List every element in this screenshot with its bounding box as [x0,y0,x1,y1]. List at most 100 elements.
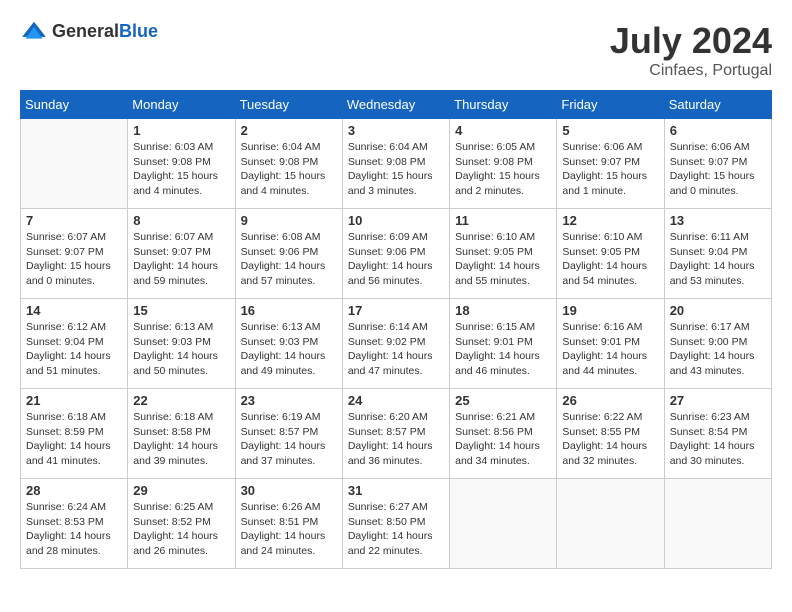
day-number: 23 [241,393,337,408]
day-info: Sunrise: 6:21 AMSunset: 8:56 PMDaylight:… [455,410,551,469]
day-info: Sunrise: 6:19 AMSunset: 8:57 PMDaylight:… [241,410,337,469]
day-number: 26 [562,393,658,408]
calendar-table: SundayMondayTuesdayWednesdayThursdayFrid… [20,90,772,569]
day-info: Sunrise: 6:11 AMSunset: 9:04 PMDaylight:… [670,230,766,289]
day-info: Sunrise: 6:13 AMSunset: 9:03 PMDaylight:… [133,320,229,379]
calendar-cell: 3Sunrise: 6:04 AMSunset: 9:08 PMDaylight… [342,119,449,209]
day-number: 20 [670,303,766,318]
logo-blue: Blue [119,21,158,41]
day-info: Sunrise: 6:04 AMSunset: 9:08 PMDaylight:… [241,140,337,199]
calendar-cell: 28 Sunrise: 6:24 AMSunset: 8:53 PMDayligh… [21,479,128,569]
day-number: 1 [133,123,229,138]
day-number: 30 [241,483,337,498]
calendar-cell [557,479,664,569]
calendar-cell: 8 Sunrise: 6:07 AMSunset: 9:07 PMDaylight… [128,209,235,299]
week-row-4: 21 Sunrise: 6:18 AMSunset: 8:59 PMDayligh… [21,389,772,479]
weekday-header-saturday: Saturday [664,91,771,119]
calendar-cell: 29Sunrise: 6:25 AMSunset: 8:52 PMDayligh… [128,479,235,569]
location-title: Cinfaes, Portugal [610,62,772,80]
calendar-body: 1Sunrise: 6:03 AMSunset: 9:08 PMDaylight… [21,119,772,569]
weekday-header-sunday: Sunday [21,91,128,119]
day-number: 10 [348,213,444,228]
day-info: Sunrise: 6:04 AMSunset: 9:08 PMDaylight:… [348,140,444,199]
logo-text: GeneralBlue [52,21,158,42]
calendar-cell: 21 Sunrise: 6:18 AMSunset: 8:59 PMDayligh… [21,389,128,479]
day-info: Sunrise: 6:24 AMSunset: 8:53 PMDaylight:… [26,500,122,559]
day-info: Sunrise: 6:22 AMSunset: 8:55 PMDaylight:… [562,410,658,469]
day-info: Sunrise: 6:18 AMSunset: 8:58 PMDaylight:… [133,410,229,469]
day-number: 16 [241,303,337,318]
day-number: 6 [670,123,766,138]
day-info: Sunrise: 6:06 AMSunset: 9:07 PMDaylight:… [670,140,766,199]
day-info: Sunrise: 6:07 AMSunset: 9:07 PMDaylight:… [133,230,229,289]
day-info: Sunrise: 6:20 AMSunset: 8:57 PMDaylight:… [348,410,444,469]
calendar-cell: 13Sunrise: 6:11 AMSunset: 9:04 PMDayligh… [664,209,771,299]
weekday-header-wednesday: Wednesday [342,91,449,119]
calendar-cell: 18 Sunrise: 6:15 AMSunset: 9:01 PMDayligh… [450,299,557,389]
logo: GeneralBlue [20,20,158,42]
day-info: Sunrise: 6:06 AMSunset: 9:07 PMDaylight:… [562,140,658,199]
calendar-cell: 14 Sunrise: 6:12 AMSunset: 9:04 PMDayligh… [21,299,128,389]
calendar-cell: 2 Sunrise: 6:04 AMSunset: 9:08 PMDaylight… [235,119,342,209]
calendar-cell: 11Sunrise: 6:10 AMSunset: 9:05 PMDayligh… [450,209,557,299]
weekday-header-monday: Monday [128,91,235,119]
day-number: 4 [455,123,551,138]
day-number: 9 [241,213,337,228]
day-number: 18 [455,303,551,318]
calendar-cell: 10 Sunrise: 6:09 AMSunset: 9:06 PMDayligh… [342,209,449,299]
calendar-cell: 17 Sunrise: 6:14 AMSunset: 9:02 PMDayligh… [342,299,449,389]
day-info: Sunrise: 6:14 AMSunset: 9:02 PMDaylight:… [348,320,444,379]
title-block: July 2024 Cinfaes, Portugal [610,20,772,80]
calendar-cell [21,119,128,209]
calendar-cell: 30 Sunrise: 6:26 AMSunset: 8:51 PMDayligh… [235,479,342,569]
day-number: 5 [562,123,658,138]
day-info: Sunrise: 6:08 AMSunset: 9:06 PMDaylight:… [241,230,337,289]
calendar-cell: 15 Sunrise: 6:13 AMSunset: 9:03 PMDayligh… [128,299,235,389]
day-info: Sunrise: 6:27 AMSunset: 8:50 PMDaylight:… [348,500,444,559]
day-info: Sunrise: 6:10 AMSunset: 9:05 PMDaylight:… [562,230,658,289]
day-number: 7 [26,213,122,228]
calendar-cell: 25 Sunrise: 6:21 AMSunset: 8:56 PMDayligh… [450,389,557,479]
week-row-1: 1Sunrise: 6:03 AMSunset: 9:08 PMDaylight… [21,119,772,209]
day-number: 31 [348,483,444,498]
logo-icon [20,20,48,42]
day-info: Sunrise: 6:12 AMSunset: 9:04 PMDaylight:… [26,320,122,379]
calendar-cell: 31 Sunrise: 6:27 AMSunset: 8:50 PMDayligh… [342,479,449,569]
day-number: 15 [133,303,229,318]
day-info: Sunrise: 6:07 AMSunset: 9:07 PMDaylight:… [26,230,122,289]
day-info: Sunrise: 6:16 AMSunset: 9:01 PMDaylight:… [562,320,658,379]
page-header: GeneralBlue July 2024 Cinfaes, Portugal [20,20,772,80]
day-number: 21 [26,393,122,408]
day-info: Sunrise: 6:15 AMSunset: 9:01 PMDaylight:… [455,320,551,379]
day-number: 29 [133,483,229,498]
calendar-header: SundayMondayTuesdayWednesdayThursdayFrid… [21,91,772,119]
day-number: 19 [562,303,658,318]
day-number: 25 [455,393,551,408]
day-number: 2 [241,123,337,138]
calendar-cell: 26 Sunrise: 6:22 AMSunset: 8:55 PMDayligh… [557,389,664,479]
calendar-cell: 12 Sunrise: 6:10 AMSunset: 9:05 PMDayligh… [557,209,664,299]
calendar-cell: 7 Sunrise: 6:07 AMSunset: 9:07 PMDaylight… [21,209,128,299]
day-number: 28 [26,483,122,498]
calendar-cell: 27 Sunrise: 6:23 AMSunset: 8:54 PMDayligh… [664,389,771,479]
week-row-3: 14 Sunrise: 6:12 AMSunset: 9:04 PMDayligh… [21,299,772,389]
day-info: Sunrise: 6:10 AMSunset: 9:05 PMDaylight:… [455,230,551,289]
day-number: 14 [26,303,122,318]
calendar-cell: 24 Sunrise: 6:20 AMSunset: 8:57 PMDayligh… [342,389,449,479]
day-info: Sunrise: 6:09 AMSunset: 9:06 PMDaylight:… [348,230,444,289]
day-number: 17 [348,303,444,318]
day-number: 24 [348,393,444,408]
calendar-cell [450,479,557,569]
calendar-cell: 16 Sunrise: 6:13 AMSunset: 9:03 PMDayligh… [235,299,342,389]
weekday-row: SundayMondayTuesdayWednesdayThursdayFrid… [21,91,772,119]
day-number: 8 [133,213,229,228]
calendar-cell: 19 Sunrise: 6:16 AMSunset: 9:01 PMDayligh… [557,299,664,389]
day-info: Sunrise: 6:13 AMSunset: 9:03 PMDaylight:… [241,320,337,379]
day-number: 22 [133,393,229,408]
day-number: 12 [562,213,658,228]
day-info: Sunrise: 6:26 AMSunset: 8:51 PMDaylight:… [241,500,337,559]
calendar-cell: 23 Sunrise: 6:19 AMSunset: 8:57 PMDayligh… [235,389,342,479]
day-info: Sunrise: 6:18 AMSunset: 8:59 PMDaylight:… [26,410,122,469]
day-info: Sunrise: 6:23 AMSunset: 8:54 PMDaylight:… [670,410,766,469]
day-number: 27 [670,393,766,408]
